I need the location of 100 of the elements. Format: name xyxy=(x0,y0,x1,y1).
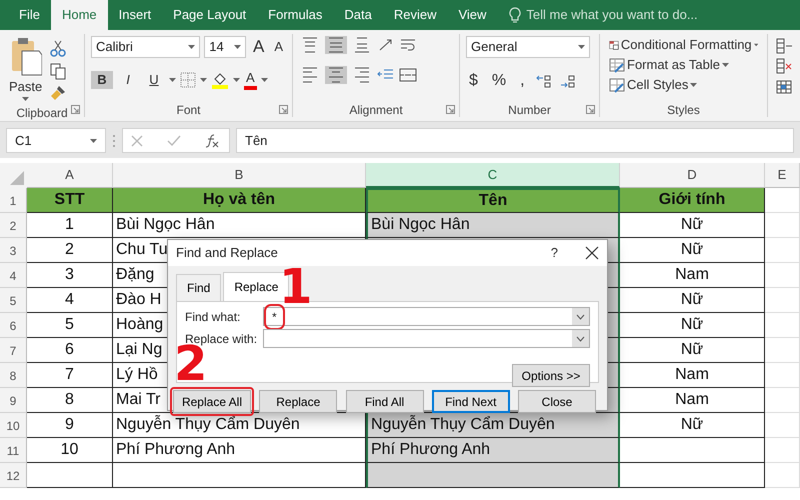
caret-icon[interactable] xyxy=(169,78,176,82)
styles-menu-button[interactable]: Cell Styles xyxy=(606,76,761,94)
row-header[interactable]: 6 xyxy=(0,313,27,338)
column-header[interactable]: B xyxy=(113,163,366,188)
ribbon-tab[interactable]: Formulas xyxy=(257,0,334,30)
drag-handle-icon[interactable] xyxy=(112,134,116,148)
align-middle-button[interactable] xyxy=(325,36,347,54)
row-header[interactable]: 2 xyxy=(0,213,27,238)
caret-icon[interactable] xyxy=(754,43,758,47)
caret-icon[interactable] xyxy=(260,78,268,82)
column-header[interactable]: E xyxy=(765,163,800,188)
row-header[interactable]: 5 xyxy=(0,288,27,313)
dropdown-icon[interactable] xyxy=(576,336,585,342)
wrap-text-icon[interactable] xyxy=(399,37,417,53)
row-header[interactable]: 11 xyxy=(0,438,27,463)
ribbon-tab[interactable]: View xyxy=(447,0,498,30)
table-cell: Nữ xyxy=(620,288,765,313)
formula-field[interactable]: Tên xyxy=(236,128,794,153)
ribbon-tab[interactable]: Home xyxy=(50,0,108,30)
bold-button[interactable]: B xyxy=(91,71,113,89)
fill-color-icon[interactable] xyxy=(211,71,229,90)
increase-decimal-icon[interactable] xyxy=(536,72,552,89)
empty-cell xyxy=(765,438,800,463)
ribbon-tab[interactable]: Data xyxy=(333,0,383,30)
dialog-launcher-icon[interactable] xyxy=(446,105,455,114)
delete-cells-icon[interactable] xyxy=(776,58,792,74)
help-button[interactable]: ? xyxy=(548,244,561,262)
dialog-launcher-icon[interactable] xyxy=(279,105,288,114)
caret-icon[interactable] xyxy=(690,83,698,87)
caret-icon[interactable] xyxy=(233,78,240,82)
dialog-button[interactable]: Replace All xyxy=(173,390,251,413)
column-header[interactable]: D xyxy=(620,163,765,188)
row-header[interactable]: 8 xyxy=(0,363,27,388)
options-button[interactable]: Options >> xyxy=(512,364,590,387)
search-hint[interactable]: Tell me what you want to do... xyxy=(526,5,698,25)
decrease-decimal-icon[interactable] xyxy=(560,72,576,89)
empty-cell xyxy=(765,413,800,438)
font-name-field[interactable]: Calibri xyxy=(91,36,200,58)
input-field[interactable] xyxy=(263,329,590,348)
caret-icon[interactable] xyxy=(90,138,97,142)
row-header[interactable]: 7 xyxy=(0,338,27,363)
align-left-icon xyxy=(302,67,318,83)
dialog-launcher-icon[interactable] xyxy=(586,105,595,114)
caret-icon[interactable] xyxy=(234,45,241,50)
empty-cell xyxy=(765,363,800,388)
column-header[interactable]: A xyxy=(27,163,113,188)
format-cells-icon[interactable] xyxy=(776,78,792,94)
number-format-button[interactable]: $ xyxy=(466,70,481,92)
group-label: Styles xyxy=(667,103,700,117)
dialog-button[interactable]: Close xyxy=(518,390,596,413)
dialog-tab[interactable]: Find xyxy=(176,274,222,301)
empty-cell xyxy=(765,288,800,313)
table-cell: Nam xyxy=(620,388,765,413)
dialog-button[interactable]: Find All xyxy=(346,390,424,413)
column-header[interactable]: C xyxy=(366,163,620,188)
dialog-button[interactable]: Replace xyxy=(259,390,338,413)
row-header[interactable]: 3 xyxy=(0,238,27,263)
row-header[interactable]: 12 xyxy=(0,463,27,488)
align-center-button[interactable] xyxy=(325,66,347,84)
italic-button[interactable]: I xyxy=(117,71,139,89)
table-cell: Tên xyxy=(366,188,620,213)
row-header[interactable]: 10 xyxy=(0,413,27,438)
ribbon-tab[interactable]: Page Layout xyxy=(162,0,258,30)
font-size-field[interactable]: 14 xyxy=(204,36,246,58)
paste-button[interactable]: Paste xyxy=(6,36,46,102)
dialog-launcher-icon[interactable] xyxy=(71,105,80,114)
caret-icon[interactable] xyxy=(722,63,729,67)
number-format-button[interactable]: , xyxy=(517,70,528,92)
caret-icon[interactable] xyxy=(200,78,207,82)
row-header[interactable]: 1 xyxy=(0,188,27,213)
shrink-font-button[interactable]: A xyxy=(271,38,286,56)
ribbon-tab[interactable]: File xyxy=(8,0,51,30)
name-box[interactable]: C1 xyxy=(6,128,106,153)
styles-menu-button[interactable]: Format as Table xyxy=(606,56,761,74)
font-color-button[interactable]: A xyxy=(244,70,257,90)
dropdown-icon[interactable] xyxy=(576,314,585,320)
input-field[interactable]: * xyxy=(263,307,590,326)
close-icon[interactable] xyxy=(585,246,599,260)
number-format-button[interactable]: % xyxy=(488,70,510,92)
insert-function-icon[interactable] xyxy=(205,134,219,148)
borders-icon[interactable] xyxy=(180,72,196,88)
underline-button[interactable]: U xyxy=(143,71,165,89)
number-format-field[interactable]: General xyxy=(466,36,590,58)
row-header[interactable]: 4 xyxy=(0,263,27,288)
copy-icon[interactable] xyxy=(49,62,68,80)
dialog-button[interactable]: Find Next xyxy=(432,390,510,413)
insert-cells-icon[interactable] xyxy=(776,38,792,54)
ribbon-tab[interactable]: Review xyxy=(382,0,448,30)
styles-menu-button[interactable]: Conditional Formatting xyxy=(606,36,761,54)
caret-icon[interactable] xyxy=(22,96,30,101)
table-cell: STT xyxy=(27,188,113,213)
caret-icon[interactable] xyxy=(188,45,196,50)
caret-icon[interactable] xyxy=(578,45,585,49)
table-cell: Bùi Ngọc Hân xyxy=(366,213,620,238)
ribbon-tab[interactable]: Insert xyxy=(108,0,162,30)
merge-cells-icon[interactable] xyxy=(399,67,417,83)
paintbrush-icon[interactable] xyxy=(49,84,68,102)
row-header[interactable]: 9 xyxy=(0,388,27,413)
scissors-icon[interactable] xyxy=(49,40,68,58)
grow-font-button[interactable]: A xyxy=(250,36,268,58)
